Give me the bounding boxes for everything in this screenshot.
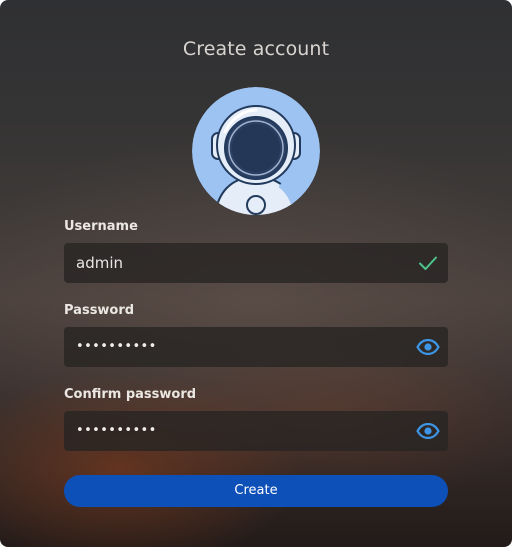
password-field[interactable]: ••••••••••: [64, 327, 448, 367]
avatar[interactable]: [192, 87, 320, 215]
astronaut-avatar-icon: [192, 87, 320, 215]
dialog-title: Create account: [182, 38, 330, 60]
username-value: admin: [76, 254, 123, 272]
create-button[interactable]: Create: [64, 475, 448, 507]
eye-icon[interactable]: [416, 336, 440, 358]
username-field[interactable]: admin: [64, 243, 448, 283]
checkmark-icon: [416, 252, 440, 274]
create-account-dialog: Create account Username admin Password •…: [0, 0, 512, 547]
confirm-password-label: Confirm password: [64, 387, 197, 402]
password-value: ••••••••••: [76, 339, 157, 354]
username-label: Username: [64, 219, 138, 234]
eye-icon[interactable]: [416, 420, 440, 442]
confirm-password-field[interactable]: ••••••••••: [64, 411, 448, 451]
confirm-password-value: ••••••••••: [76, 423, 157, 438]
password-label: Password: [64, 303, 135, 318]
